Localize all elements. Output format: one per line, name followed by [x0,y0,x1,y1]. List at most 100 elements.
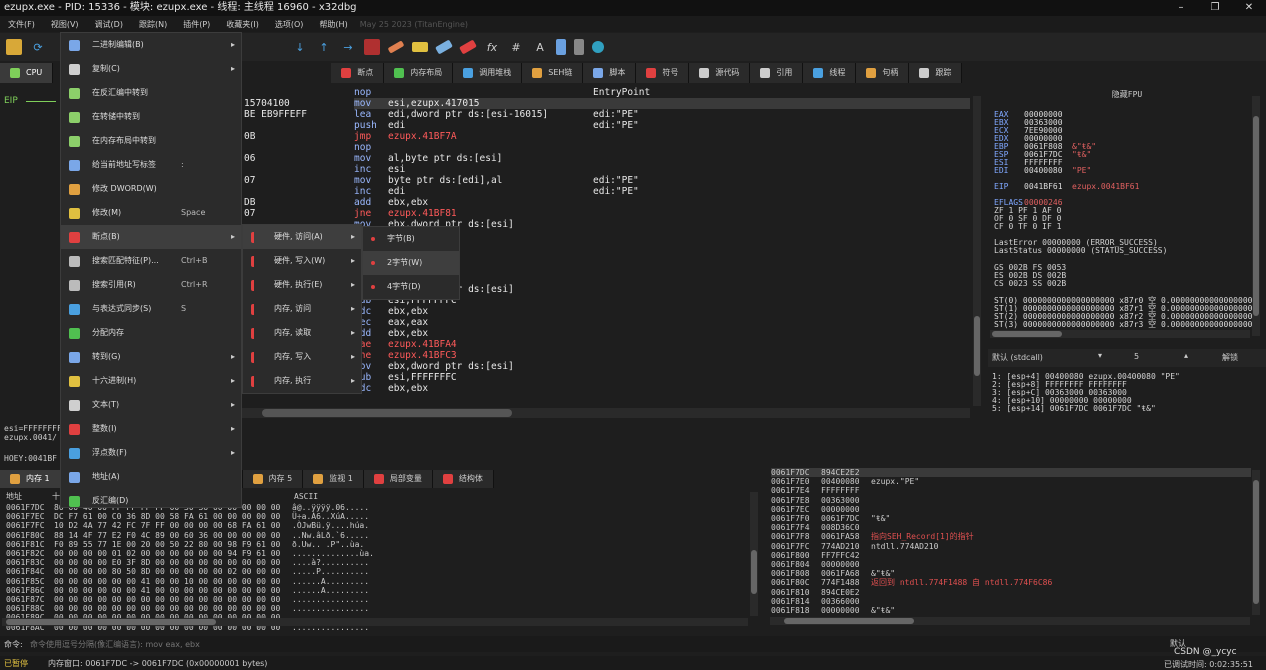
registers-hscrollbar[interactable] [990,330,1250,338]
context-menu-item[interactable]: 反汇编(D) [61,489,241,513]
disasm-vscrollbar[interactable] [973,96,981,406]
context-menu-item[interactable]: 断点(B) ▸ [61,225,241,249]
tab-12[interactable]: 句柄 [856,63,910,83]
command-input[interactable] [30,637,1130,651]
context-menu-item[interactable]: 搜索匹配特征(P)... Ctrl+B [61,249,241,273]
context-menu-item[interactable]: 转到(G) ▸ [61,345,241,369]
font-icon[interactable]: A [532,39,548,55]
step-into-icon[interactable]: ↓ [292,39,308,55]
restart-icon[interactable]: ⟳ [30,39,46,55]
calculator-icon[interactable] [574,39,584,55]
fpu-row[interactable]: ST(3) 0000000000000000000 x87r3 空 0.0000… [994,321,1266,329]
context-menu-item[interactable]: 在反汇编中转到 [61,81,241,105]
patch-icon[interactable] [435,39,453,55]
dump-row[interactable]: 0061F85C 00 00 00 00 00 00 41 00 00 10 00… [6,577,746,586]
context-menu-item[interactable]: 地址(A) [61,465,241,489]
stack-row[interactable]: 0061F804 00000000 [771,560,1251,569]
segs-row[interactable]: CS 0023 SS 002B [994,280,1266,288]
stack-row[interactable]: 0061F814 00366000 [771,597,1251,606]
stack-row[interactable]: 0061F818 00000000 &"ŧ&" [771,606,1251,615]
menu-item[interactable]: 文件(F) [0,19,43,30]
stack-row[interactable]: 0061F7E0 00400080 ezupx."PE" [771,477,1251,486]
disasm-line[interactable]: jmp ezupx.41BF7A [354,131,970,142]
disasm-hscrollbar[interactable] [242,408,970,418]
breakpoint-submenu-item[interactable]: 内存, 读取 ▸ [243,321,361,345]
menu-item[interactable]: 收藏夹(I) [218,19,267,30]
dump-hscrollbar[interactable] [2,618,748,626]
dump-hscroll-thumb[interactable] [6,619,216,625]
stack-hscrollbar[interactable] [770,617,1250,625]
open-folder-icon[interactable] [6,39,22,55]
disasm-line[interactable]: mov al,byte ptr ds:[esi] [354,153,970,164]
dump-tab-5[interactable]: 监视 1 [303,470,364,488]
stack-row[interactable]: 0061F7F4 008D36C0 [771,523,1251,532]
disasm-hscroll-thumb[interactable] [262,409,512,417]
tab-0[interactable]: CPU [0,63,54,83]
disasm-line[interactable]: sub esi,FFFFFFFC [354,372,754,383]
dump-row[interactable]: 0061F86C 00 00 00 00 00 00 41 00 00 00 00… [6,586,746,595]
register-row[interactable]: EDI 00400080 "PE" [994,167,1266,175]
close-button[interactable]: ✕ [1232,0,1266,16]
disasm-line[interactable]: jae ezupx.41BFA4 [354,339,754,350]
stack-row[interactable]: 0061F7DC 894CE2E2 [771,468,1251,478]
stack-vscroll-thumb[interactable] [1253,480,1259,604]
registers-hscroll-thumb[interactable] [992,331,1062,337]
callconv-select[interactable]: 默认 (stdcall) [992,352,1043,363]
dump-tab-4[interactable]: 内存 5 [242,470,304,488]
notes-icon[interactable] [412,42,428,52]
access-size-item[interactable]: 2字节(W) [363,251,459,275]
access-size-item[interactable]: 4字节(D) [363,275,459,299]
disasm-line[interactable]: jne ezupx.41BF81 [354,208,970,219]
tab-5[interactable]: 调用堆栈 [453,63,523,83]
hash-icon[interactable]: # [508,39,524,55]
menu-item[interactable]: 插件(P) [175,19,218,30]
breakpoint-submenu-item[interactable]: 硬件, 执行(E) ▸ [243,273,361,297]
context-menu-item[interactable]: 浮点数(F) ▸ [61,441,241,465]
step-out-icon[interactable]: ↑ [316,39,332,55]
disasm-line[interactable]: lea edi,dword ptr ds:[esi-16015] edi:"PE" [354,109,970,120]
dump-row[interactable]: 0061F88C 00 00 00 00 00 00 00 00 00 00 00… [6,604,746,613]
eraser-icon[interactable] [387,40,405,54]
disasm-line[interactable]: inc edi edi:"PE" [354,186,970,197]
tab-11[interactable]: 线程 [803,63,857,83]
context-menu-item[interactable]: 修改 DWORD(W) [61,177,241,201]
arg-count-input[interactable]: 5 [1134,352,1139,361]
disasm-line[interactable]: jne ezupx.41BFC3 [354,350,754,361]
stack-row[interactable]: 0061F800 FF7FFC42 [771,551,1251,560]
tab-13[interactable]: 跟踪 [909,63,963,83]
stack-row[interactable]: 0061F7F0 0061F7DC "ŧ&" [771,514,1251,523]
stack-hscroll-thumb[interactable] [784,618,914,624]
unlock-button[interactable]: 解锁 [1222,352,1238,363]
dump-row[interactable]: 0061F7FC 10 D2 4A 77 42 FC 7F FF 00 00 00… [6,521,746,530]
disasm-line[interactable]: nop [354,142,970,153]
dump-row[interactable]: 0061F87C 00 00 00 00 00 00 00 00 00 00 00… [6,595,746,604]
disasm-line[interactable]: nop EntryPoint [354,87,970,98]
maximize-button[interactable]: ❐ [1198,0,1232,16]
context-menu-item[interactable]: 给当前地址写标签: [61,153,241,177]
arg-count-stepper[interactable]: ▴ [1184,351,1188,360]
dump-tab-7[interactable]: 结构体 [432,470,494,488]
dump-row[interactable]: 0061F82C 00 00 00 00 01 02 00 00 00 00 00… [6,549,746,558]
breakpoint-submenu-item[interactable]: 内存, 访问 ▸ [243,297,361,321]
context-menu-item[interactable]: 十六进制(H) ▸ [61,369,241,393]
registers-vscroll-thumb[interactable] [1253,116,1259,316]
context-menu-item[interactable]: 整数(I) ▸ [61,417,241,441]
menu-item[interactable]: 跟踪(N) [131,19,175,30]
run-to-cursor-icon[interactable]: → [340,39,356,55]
context-menu-item[interactable]: 二进制编辑(B) ▸ [61,33,241,57]
menu-item[interactable]: 帮助(H) [311,19,355,30]
context-menu-item[interactable]: 在转储中转到 [61,105,241,129]
tab-8[interactable]: 符号 [636,63,690,83]
stack-vscrollbar[interactable] [1252,470,1260,615]
dump-tab-0[interactable]: 内存 1 [0,470,61,488]
dump-vscrollbar[interactable] [750,492,758,616]
breakpoint-icon[interactable] [364,39,380,55]
stack-row[interactable]: 0061F7FC 774AD210 ntdll.774AD210 [771,542,1251,551]
disasm-line[interactable]: add ebx,ebx [354,328,754,339]
device-icon[interactable] [556,39,566,55]
menu-item[interactable]: 调试(D) [87,19,131,30]
stack-row[interactable]: 0061F7E8 00363000 [771,496,1251,505]
context-menu-item[interactable]: 文本(T) ▸ [61,393,241,417]
stack-view[interactable]: 0061F7DC 894CE2E2 0061F7E0 00400080 ezupx."P… [767,466,1266,626]
stack-row[interactable]: 0061F80C 774F1488 返回到 ntdll.774F1488 自 ntd… [771,578,1251,587]
